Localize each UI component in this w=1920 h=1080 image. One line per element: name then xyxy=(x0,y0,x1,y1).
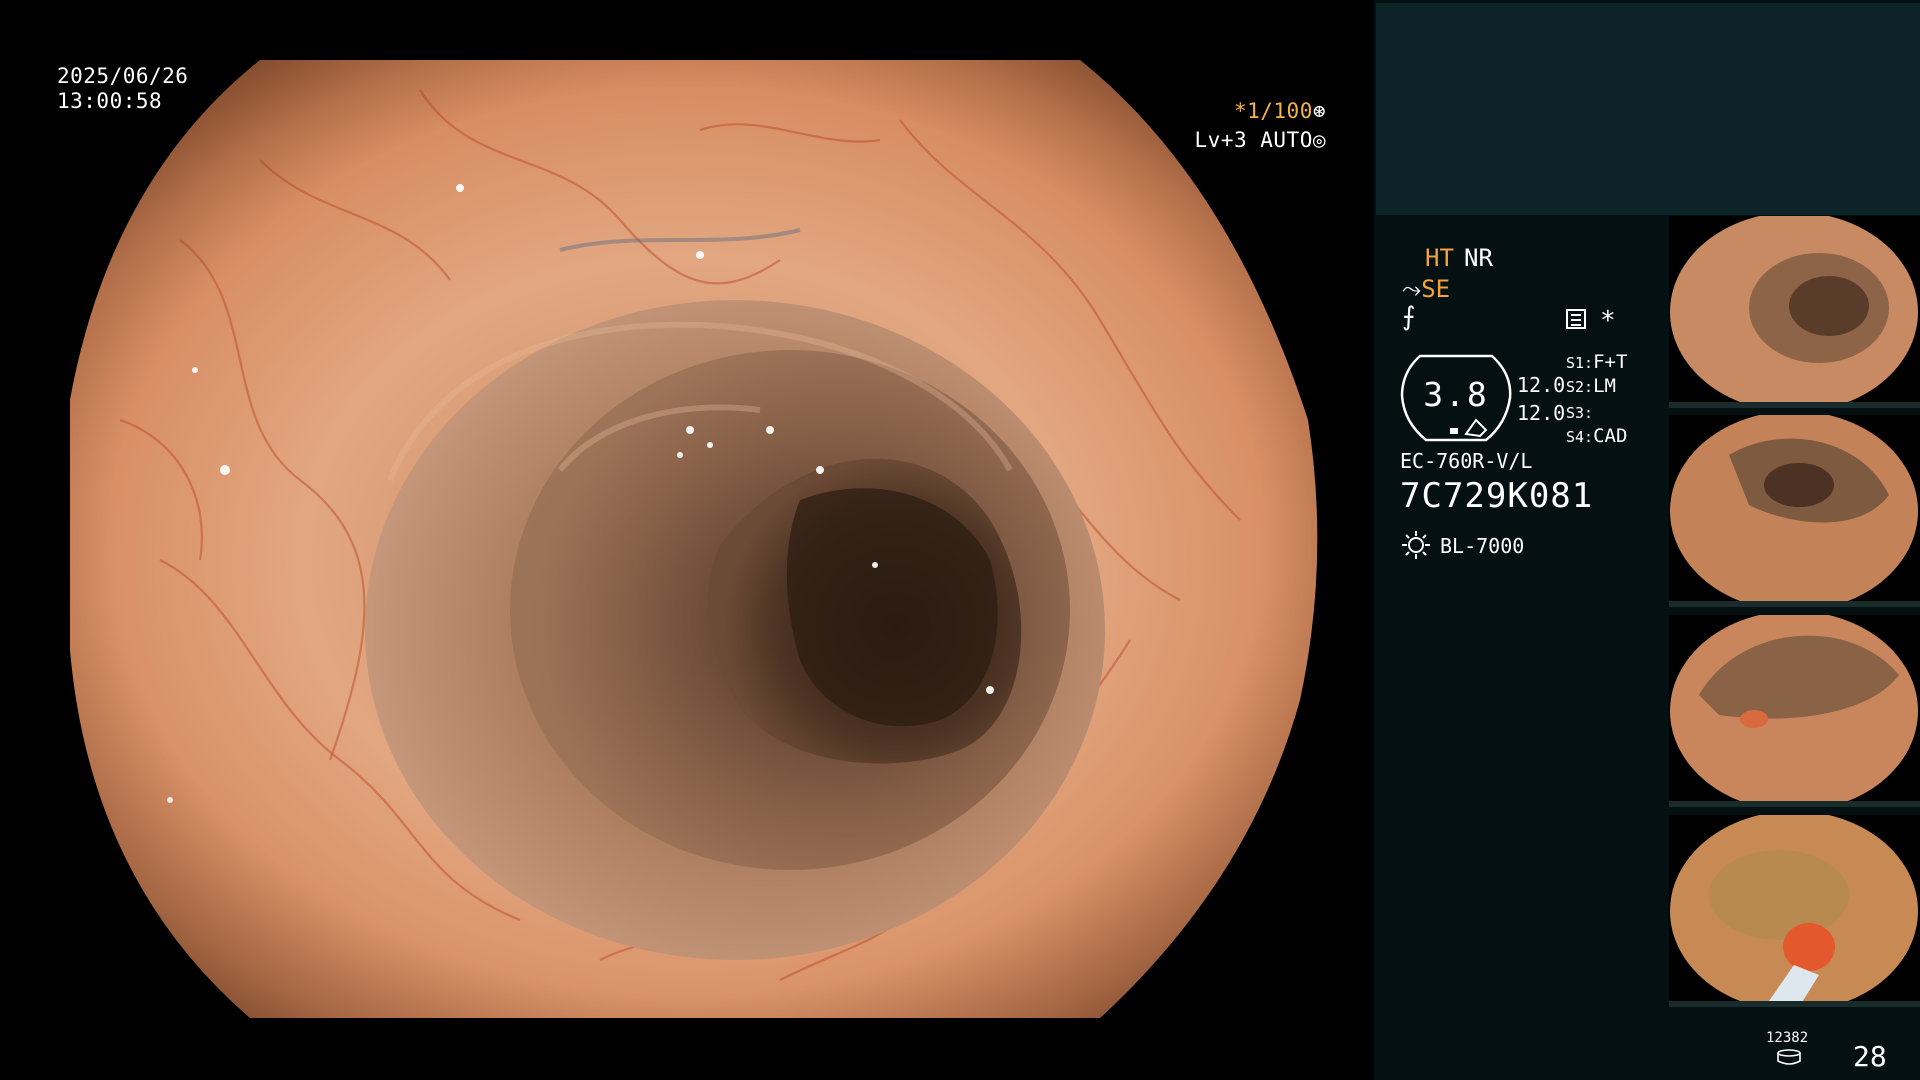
switch-s3: S3: xyxy=(1566,404,1594,422)
storage-icon xyxy=(1777,1049,1801,1065)
thumbnail-1[interactable] xyxy=(1669,216,1920,408)
scope-model: EC-760R-V/L xyxy=(1400,449,1533,473)
se-setting-row: ⤳SE xyxy=(1402,274,1450,304)
setting-value-a: 12.0 xyxy=(1517,373,1566,397)
setting-value-b: 12.0 xyxy=(1517,401,1566,425)
thumbnail-2[interactable] xyxy=(1669,415,1920,607)
patient-info-area xyxy=(1376,3,1920,215)
brightness-level-readout: Lv+3 AUTO◎ xyxy=(1195,127,1326,154)
frame-number: 28 xyxy=(1853,1040,1887,1073)
hand-lever-icon: ⤳ xyxy=(1402,275,1422,303)
switch-s1: S1:F+T xyxy=(1566,351,1628,373)
brightness-level: Lv+3 xyxy=(1194,128,1248,152)
sun-icon xyxy=(1402,531,1430,559)
thumbnail-3[interactable] xyxy=(1669,615,1920,807)
switch-s2: S2:LM xyxy=(1566,375,1616,397)
scope-serial: 7C729K081 xyxy=(1400,476,1594,516)
shutter-speed-readout: *1/100⊛ xyxy=(1234,98,1326,125)
shutter-speed-value: *1/100 xyxy=(1233,99,1313,123)
star-indicator: * xyxy=(1600,306,1616,336)
capture-time: 13:00:58 xyxy=(57,89,163,113)
thumbnail-4[interactable] xyxy=(1669,815,1920,1007)
menu-list-icon xyxy=(1566,309,1586,329)
iris-mode: AUTO xyxy=(1260,128,1313,152)
ht-setting: HT xyxy=(1425,244,1454,272)
light-source-model: BL-7000 xyxy=(1440,534,1525,558)
se-setting: SE xyxy=(1421,275,1451,303)
target-icon: ◎ xyxy=(1312,128,1326,152)
switch-s4: S4:CAD xyxy=(1566,425,1628,447)
nr-setting: NR xyxy=(1464,244,1493,272)
freeze-icon: ⨍ xyxy=(1402,302,1416,332)
colon-lumen-image xyxy=(70,60,1318,1018)
aperture-icon: ⊛ xyxy=(1312,99,1326,123)
stored-image-count: 12382 xyxy=(1766,1030,1809,1046)
endoscope-live-view: 2025/06/26 13:00:58 *1/100⊛ Lv+3 AUTO◎ xyxy=(0,0,1374,1080)
capture-date: 2025/06/26 xyxy=(57,64,189,88)
exposure-value: 3.8 xyxy=(1423,375,1489,414)
